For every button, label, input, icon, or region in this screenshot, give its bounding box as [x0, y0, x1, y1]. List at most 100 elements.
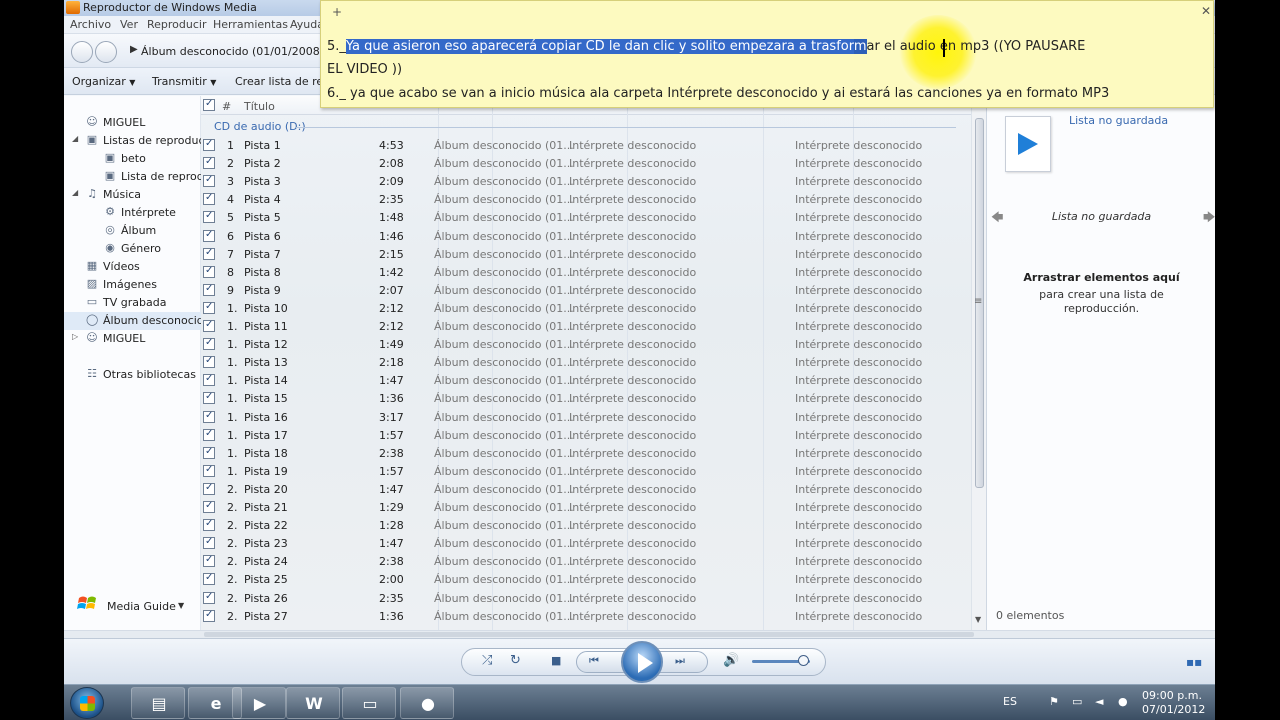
table-row[interactable]: 1.Pista 182:38Álbum desconocido (01...In… [201, 444, 971, 462]
sidebar-item[interactable]: ⚙ Intérprete [64, 204, 201, 222]
sidebar-item[interactable]: ☺ MIGUEL [64, 114, 201, 132]
track-checkbox[interactable] [203, 428, 215, 441]
track-checkbox[interactable] [203, 500, 215, 513]
flag-tray-icon[interactable]: ⚑ [1049, 695, 1059, 708]
taskbar-sticky-notes-button[interactable]: ▭ [342, 687, 396, 719]
track-checkbox[interactable] [203, 518, 215, 532]
sidebar-item[interactable]: ▦ Vídeos [64, 258, 201, 276]
sidebar-item[interactable]: ▷ ☺ MIGUEL [64, 330, 201, 348]
track-checkbox[interactable] [203, 609, 215, 622]
track-checkbox[interactable] [203, 229, 215, 242]
media-guide-button[interactable]: Media Guide [107, 600, 176, 613]
track-checkbox[interactable] [203, 319, 215, 332]
list-scrollbar[interactable]: ▼ [971, 96, 986, 630]
track-checkbox[interactable] [203, 554, 215, 568]
taskbar-media-player-button[interactable]: ▶ [232, 687, 286, 719]
new-note-icon[interactable]: + [332, 5, 342, 19]
track-checkbox[interactable] [203, 138, 215, 151]
table-row[interactable]: 2.Pista 201:47Álbum desconocido (01...In… [201, 480, 971, 498]
back-button[interactable] [71, 41, 93, 63]
table-row[interactable]: 7Pista 72:15Álbum desconocido (01...Inté… [201, 245, 971, 263]
track-checkbox[interactable] [203, 410, 215, 423]
table-row[interactable]: 2Pista 22:08Álbum desconocido (01...Inté… [201, 154, 971, 172]
close-note-icon[interactable]: ✕ [1201, 4, 1211, 18]
table-row[interactable]: 1.Pista 102:12Álbum desconocido (01...In… [201, 299, 971, 317]
shuffle-icon[interactable]: ⤮ [482, 653, 492, 668]
system-clock[interactable]: 09:00 p.m. 07/01/2012 [1142, 689, 1205, 717]
track-checkbox[interactable] [203, 210, 215, 224]
track-checkbox[interactable] [203, 192, 215, 206]
table-row[interactable]: 1.Pista 191:57Álbum desconocido (01...In… [201, 462, 971, 480]
table-row[interactable]: 9Pista 92:07Álbum desconocido (01...Inté… [201, 281, 971, 299]
table-row[interactable]: 2.Pista 231:47Álbum desconocido (01...In… [201, 534, 971, 552]
table-row[interactable]: 1Pista 14:53Álbum desconocido (01...Inté… [201, 136, 971, 154]
repeat-icon[interactable]: ↻ [510, 653, 521, 668]
table-row[interactable]: 1.Pista 141:47Álbum desconocido (01...In… [201, 371, 971, 389]
menu-reproducir[interactable]: Reproducir [147, 18, 207, 31]
track-checkbox[interactable] [203, 373, 215, 387]
scroll-down-icon[interactable]: ▼ [975, 615, 981, 624]
sidebar-item[interactable]: ☷ Otras bibliotecas [64, 366, 201, 384]
expander-icon[interactable]: ◢ [72, 134, 78, 143]
table-row[interactable]: 2.Pista 252:00Álbum desconocido (01...In… [201, 570, 971, 588]
menu-herramientas[interactable]: Herramientas [213, 18, 288, 31]
volume-icon[interactable]: 🔊 [723, 653, 739, 668]
note-line-5[interactable]: 5._Ya que asieron eso aparecerá copiar C… [327, 39, 1085, 54]
menu-archivo[interactable]: Archivo [70, 18, 111, 31]
track-checkbox[interactable] [203, 247, 215, 260]
table-row[interactable]: 3Pista 32:09Álbum desconocido (01...Inté… [201, 172, 971, 190]
network-tray-icon[interactable]: ▭ [1072, 695, 1082, 708]
stream-button[interactable]: Transmitir ▼ [152, 75, 216, 88]
unsaved-list-link[interactable]: Lista no guardada [1069, 114, 1168, 127]
taskbar-explorer-button[interactable]: ▤ [131, 687, 185, 719]
track-checkbox[interactable] [203, 482, 215, 495]
track-checkbox[interactable] [203, 572, 215, 586]
table-row[interactable]: 1.Pista 132:18Álbum desconocido (01...In… [201, 353, 971, 371]
table-row[interactable]: 4Pista 42:35Álbum desconocido (01...Inté… [201, 190, 971, 208]
stop-icon[interactable]: ■ [551, 654, 561, 667]
table-row[interactable]: 2.Pista 262:35Álbum desconocido (01...In… [201, 589, 971, 607]
input-language[interactable]: ES [1003, 695, 1017, 708]
sidebar-item[interactable]: ◯ Álbum desconocido [64, 312, 201, 330]
table-row[interactable]: 5Pista 51:48Álbum desconocido (01...Inté… [201, 208, 971, 226]
volume-tray-icon[interactable]: ◄ [1095, 695, 1103, 708]
breadcrumb-arrow-icon[interactable]: ▶ [130, 44, 138, 55]
horizontal-scrollbar[interactable] [64, 630, 1215, 638]
taskbar-word-button[interactable]: W [286, 687, 340, 719]
recorder-tray-icon[interactable]: ● [1118, 695, 1128, 708]
table-row[interactable]: 2.Pista 221:28Álbum desconocido (01...In… [201, 516, 971, 534]
scrollbar-thumb[interactable] [204, 632, 974, 637]
track-checkbox[interactable] [203, 156, 215, 170]
table-row[interactable]: 8Pista 81:42Álbum desconocido (01...Inté… [201, 263, 971, 281]
menu-ayuda[interactable]: Ayuda [290, 18, 324, 31]
sidebar-item[interactable]: ◎ Álbum [64, 222, 201, 240]
table-row[interactable]: 2.Pista 271:36Álbum desconocido (01...In… [201, 607, 971, 625]
start-button[interactable] [70, 687, 104, 719]
track-checkbox[interactable] [203, 591, 215, 604]
sidebar-item[interactable]: ◢ ♫ Música [64, 186, 201, 204]
sidebar-item[interactable]: ◢ ▣ Listas de reproducción [64, 132, 201, 150]
track-checkbox[interactable] [203, 391, 215, 405]
track-checkbox[interactable] [203, 355, 215, 369]
sidebar-item[interactable]: ◉ Género [64, 240, 201, 258]
table-row[interactable]: 6Pista 61:46Álbum desconocido (01...Inté… [201, 227, 971, 245]
expander-icon[interactable]: ▷ [72, 332, 78, 341]
switch-to-now-playing-icon[interactable]: ▪▪ [1186, 655, 1202, 669]
sidebar-item[interactable]: ▣ Lista de reproducción [64, 168, 201, 186]
sidebar-item[interactable]: ▨ Imágenes [64, 276, 201, 294]
table-row[interactable]: 2.Pista 211:29Álbum desconocido (01...In… [201, 498, 971, 516]
table-row[interactable]: 1.Pista 151:36Álbum desconocido (01...In… [201, 389, 971, 407]
column-title[interactable]: Título [244, 100, 275, 113]
taskbar-camtasia-button[interactable]: ● [400, 687, 454, 719]
chevron-down-icon[interactable]: ▼ [178, 601, 184, 610]
organize-button[interactable]: Organizar ▼ [72, 75, 135, 88]
table-row[interactable]: 1.Pista 121:49Álbum desconocido (01...In… [201, 335, 971, 353]
track-checkbox[interactable] [203, 174, 215, 188]
menu-ver[interactable]: Ver [120, 18, 138, 31]
track-checkbox[interactable] [203, 536, 215, 550]
note-line-5-continued[interactable]: EL VIDEO )) [327, 62, 402, 77]
sidebar-item[interactable]: ▭ TV grabada [64, 294, 201, 312]
table-row[interactable]: 2.Pista 242:38Álbum desconocido (01...In… [201, 552, 971, 570]
track-checkbox[interactable] [203, 337, 215, 351]
track-checkbox[interactable] [203, 301, 215, 314]
